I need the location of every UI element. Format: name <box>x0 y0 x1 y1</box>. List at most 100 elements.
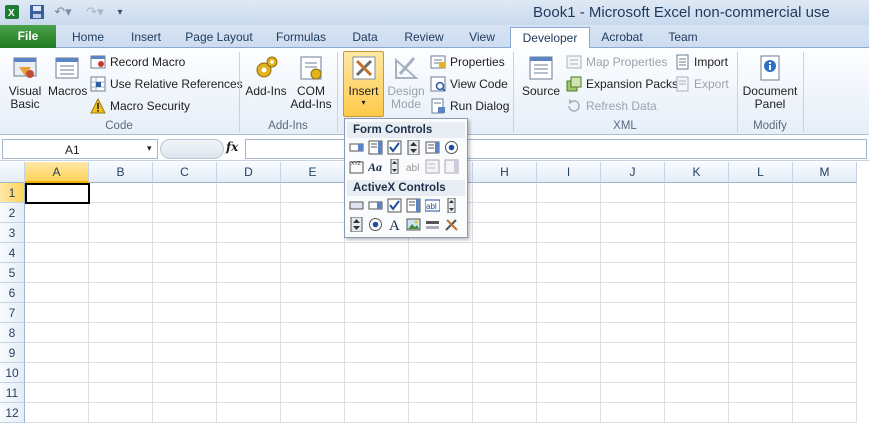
cell-h9[interactable] <box>473 343 537 363</box>
cell-h11[interactable] <box>473 383 537 403</box>
cell-k3[interactable] <box>665 223 729 243</box>
column-header-e[interactable]: E <box>281 162 345 183</box>
cell-b10[interactable] <box>89 363 153 383</box>
cell-j5[interactable] <box>601 263 665 283</box>
cell-f9[interactable] <box>345 343 409 363</box>
cell-d11[interactable] <box>217 383 281 403</box>
cell-m5[interactable] <box>793 263 857 283</box>
cell-c9[interactable] <box>153 343 217 363</box>
insert-controls-button[interactable]: Insert ▾ <box>343 54 384 108</box>
cell-d6[interactable] <box>217 283 281 303</box>
form-combo-box-icon[interactable] <box>348 139 364 155</box>
visual-basic-button[interactable]: Visual Basic <box>4 54 46 111</box>
cell-a2[interactable] <box>25 203 89 223</box>
cell-j11[interactable] <box>601 383 665 403</box>
map-properties-button[interactable]: Map Properties <box>566 52 667 71</box>
cell-e1[interactable] <box>281 183 345 203</box>
cell-d3[interactable] <box>217 223 281 243</box>
cell-d2[interactable] <box>217 203 281 223</box>
cell-h10[interactable] <box>473 363 537 383</box>
cell-m2[interactable] <box>793 203 857 223</box>
cell-k10[interactable] <box>665 363 729 383</box>
cell-m3[interactable] <box>793 223 857 243</box>
cell-m6[interactable] <box>793 283 857 303</box>
cell-f12[interactable] <box>345 403 409 423</box>
column-header-a[interactable]: A <box>25 162 89 183</box>
cell-k11[interactable] <box>665 383 729 403</box>
cell-a4[interactable] <box>25 243 89 263</box>
column-header-b[interactable]: B <box>89 162 153 183</box>
refresh-data-button[interactable]: Refresh Data <box>566 96 657 115</box>
activex-image-icon[interactable] <box>405 216 421 232</box>
cell-j10[interactable] <box>601 363 665 383</box>
cell-j6[interactable] <box>601 283 665 303</box>
cell-l2[interactable] <box>729 203 793 223</box>
row-header-6[interactable]: 6 <box>0 283 25 303</box>
cell-j4[interactable] <box>601 243 665 263</box>
row-header-2[interactable]: 2 <box>0 203 25 223</box>
activex-command-button-icon[interactable] <box>348 197 364 213</box>
cell-l7[interactable] <box>729 303 793 323</box>
cell-m9[interactable] <box>793 343 857 363</box>
formula-input[interactable] <box>245 139 867 159</box>
column-header-i[interactable]: I <box>537 162 601 183</box>
cell-i1[interactable] <box>537 183 601 203</box>
cell-l10[interactable] <box>729 363 793 383</box>
cell-j9[interactable] <box>601 343 665 363</box>
cell-g10[interactable] <box>409 363 473 383</box>
cell-a8[interactable] <box>25 323 89 343</box>
row-header-4[interactable]: 4 <box>0 243 25 263</box>
cell-c12[interactable] <box>153 403 217 423</box>
cell-f8[interactable] <box>345 323 409 343</box>
cell-k9[interactable] <box>665 343 729 363</box>
activex-check-box-icon[interactable] <box>386 197 402 213</box>
source-button[interactable]: Source <box>518 54 564 98</box>
cell-i7[interactable] <box>537 303 601 323</box>
cell-m1[interactable] <box>793 183 857 203</box>
cell-e9[interactable] <box>281 343 345 363</box>
row-header-7[interactable]: 7 <box>0 303 25 323</box>
cell-c10[interactable] <box>153 363 217 383</box>
cell-e8[interactable] <box>281 323 345 343</box>
cell-j1[interactable] <box>601 183 665 203</box>
cell-l9[interactable] <box>729 343 793 363</box>
activex-spin-button-icon[interactable] <box>348 216 364 232</box>
cell-f10[interactable] <box>345 363 409 383</box>
activex-list-box-icon[interactable] <box>405 197 421 213</box>
cell-c11[interactable] <box>153 383 217 403</box>
cell-g5[interactable] <box>409 263 473 283</box>
tab-team[interactable]: Team <box>658 27 708 48</box>
macro-security-button[interactable]: Macro Security <box>90 96 190 115</box>
save-icon[interactable] <box>28 3 46 21</box>
tab-insert[interactable]: Insert <box>120 27 172 48</box>
cell-e6[interactable] <box>281 283 345 303</box>
tab-home[interactable]: Home <box>62 27 114 48</box>
cell-l11[interactable] <box>729 383 793 403</box>
cell-e12[interactable] <box>281 403 345 423</box>
tab-data[interactable]: Data <box>342 27 388 48</box>
row-header-11[interactable]: 11 <box>0 383 25 403</box>
undo-icon[interactable]: ↶▾ <box>50 3 76 21</box>
cell-f7[interactable] <box>345 303 409 323</box>
record-macro-button[interactable]: Record Macro <box>90 52 185 71</box>
cell-i9[interactable] <box>537 343 601 363</box>
macros-button[interactable]: Macros <box>48 54 87 98</box>
activex-combo-box-icon[interactable] <box>367 197 383 213</box>
add-ins-button[interactable]: Add-Ins <box>244 54 288 98</box>
cell-g6[interactable] <box>409 283 473 303</box>
cell-i5[interactable] <box>537 263 601 283</box>
cell-m4[interactable] <box>793 243 857 263</box>
cell-h6[interactable] <box>473 283 537 303</box>
row-header-3[interactable]: 3 <box>0 223 25 243</box>
cell-i3[interactable] <box>537 223 601 243</box>
insert-function-button[interactable]: fx <box>226 140 238 154</box>
cell-m7[interactable] <box>793 303 857 323</box>
cell-e11[interactable] <box>281 383 345 403</box>
form-group-box-icon[interactable]: XYZ <box>348 158 364 174</box>
row-header-8[interactable]: 8 <box>0 323 25 343</box>
form-check-box-icon[interactable] <box>386 139 402 155</box>
row-header-5[interactable]: 5 <box>0 263 25 283</box>
cell-k12[interactable] <box>665 403 729 423</box>
cell-d4[interactable] <box>217 243 281 263</box>
activex-toggle-button-icon[interactable] <box>424 216 440 232</box>
